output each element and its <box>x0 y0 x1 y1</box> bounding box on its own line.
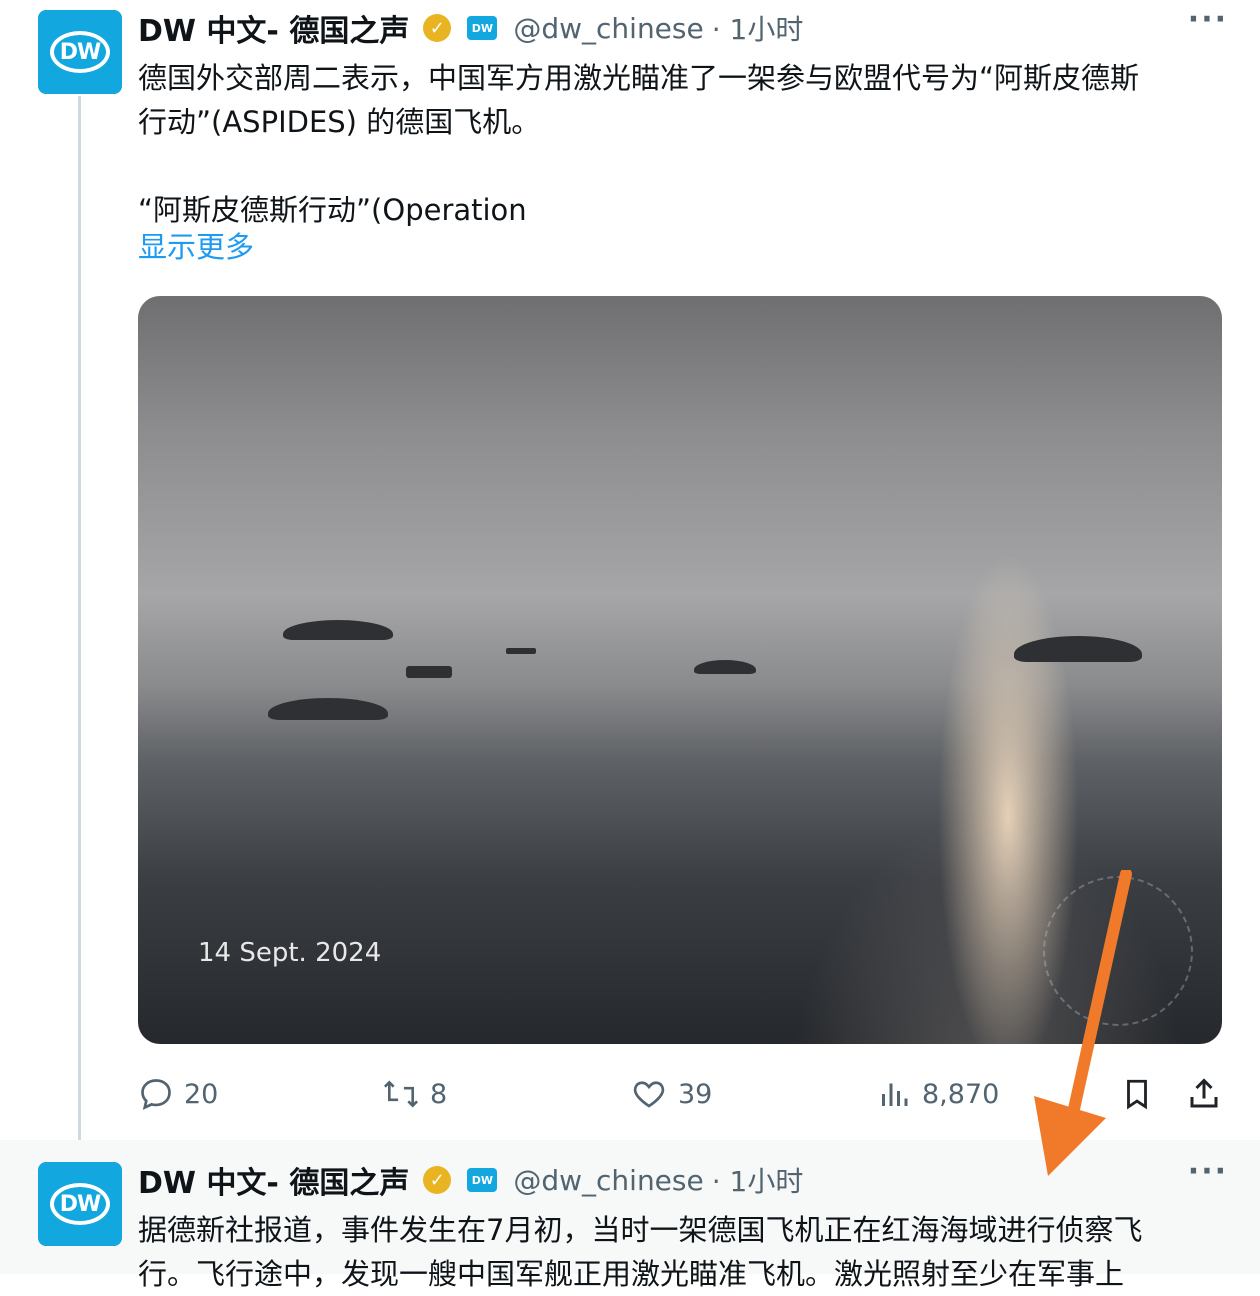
tweet-video[interactable]: 14 Sept. 2024 <box>138 296 1222 1044</box>
ship <box>1014 636 1142 662</box>
analytics-icon <box>882 1083 908 1106</box>
avatar[interactable]: DW <box>38 1162 122 1246</box>
timestamp[interactable]: · 1小时 <box>712 1160 804 1200</box>
show-more-link[interactable]: 显示更多 <box>138 224 254 266</box>
timestamp[interactable]: · 1小时 <box>712 8 804 48</box>
author-name[interactable]: DW 中文- 德国之声 <box>138 6 409 50</box>
bookmark-icon <box>1127 1079 1147 1110</box>
ship <box>506 648 536 654</box>
tweet-text: 德国外交部周二表示，中国军方用激光瞄准了一架参与欧盟代号为“阿斯皮德斯 行动”(… <box>138 61 1140 227</box>
view-count: 8,870 <box>922 1078 1000 1110</box>
share-button[interactable] <box>1186 1066 1232 1122</box>
bookmark-button[interactable] <box>1120 1066 1164 1122</box>
author-name[interactable]: DW 中文- 德国之声 <box>138 1158 409 1202</box>
reply-button[interactable]: 20 <box>138 1066 218 1122</box>
share-icon <box>1190 1078 1218 1108</box>
tweet-header: DW 中文- 德国之声 ✓ DW @dw_chinese · 1小时 ··· <box>138 2 1228 50</box>
verified-badge-icon: ✓ <box>423 14 452 42</box>
tweet-header: DW 中文- 德国之声 ✓ DW @dw_chinese · 1小时 ··· <box>138 1154 1228 1202</box>
ship <box>283 620 393 640</box>
affiliate-badge-icon: DW <box>467 1168 498 1192</box>
tweet-1[interactable]: DW DW 中文- 德国之声 ✓ DW @dw_chinese · 1小时 ··… <box>0 0 1260 1140</box>
ship <box>268 698 388 720</box>
reply-icon <box>141 1079 171 1110</box>
views-button[interactable]: 8,870 <box>876 1066 999 1122</box>
ship <box>406 666 452 678</box>
author-handle[interactable]: @dw_chinese <box>513 12 703 45</box>
retweet-count: 8 <box>430 1078 448 1110</box>
verified-badge-icon: ✓ <box>423 1166 452 1194</box>
retweet-icon <box>383 1080 419 1108</box>
like-button[interactable]: 39 <box>630 1066 712 1122</box>
author-handle[interactable]: @dw_chinese <box>513 1164 703 1197</box>
action-bar: 20 8 39 8,870 <box>138 1066 1228 1122</box>
eu-emblem-watermark <box>1043 876 1193 1026</box>
reply-count: 20 <box>184 1078 219 1110</box>
dw-logo: DW <box>50 31 110 73</box>
tweet-text: 据德新社报道，事件发生在7月初，当时一架德国飞机正在红海海域进行侦察飞 行。飞行… <box>138 1213 1143 1291</box>
video-date-overlay: 14 Sept. 2024 <box>198 938 382 968</box>
avatar[interactable]: DW <box>38 10 122 94</box>
more-options-icon[interactable]: ··· <box>1188 1154 1228 1189</box>
ship <box>694 660 756 674</box>
more-options-icon[interactable]: ··· <box>1188 2 1228 37</box>
affiliate-badge-icon: DW <box>467 16 498 40</box>
like-count: 39 <box>678 1078 713 1110</box>
retweet-button[interactable]: 8 <box>382 1066 447 1122</box>
dw-logo: DW <box>50 1183 110 1225</box>
tweet-2[interactable]: DW DW 中文- 德国之声 ✓ DW @dw_chinese · 1小时 ··… <box>0 1140 1260 1291</box>
heart-icon <box>633 1081 665 1108</box>
